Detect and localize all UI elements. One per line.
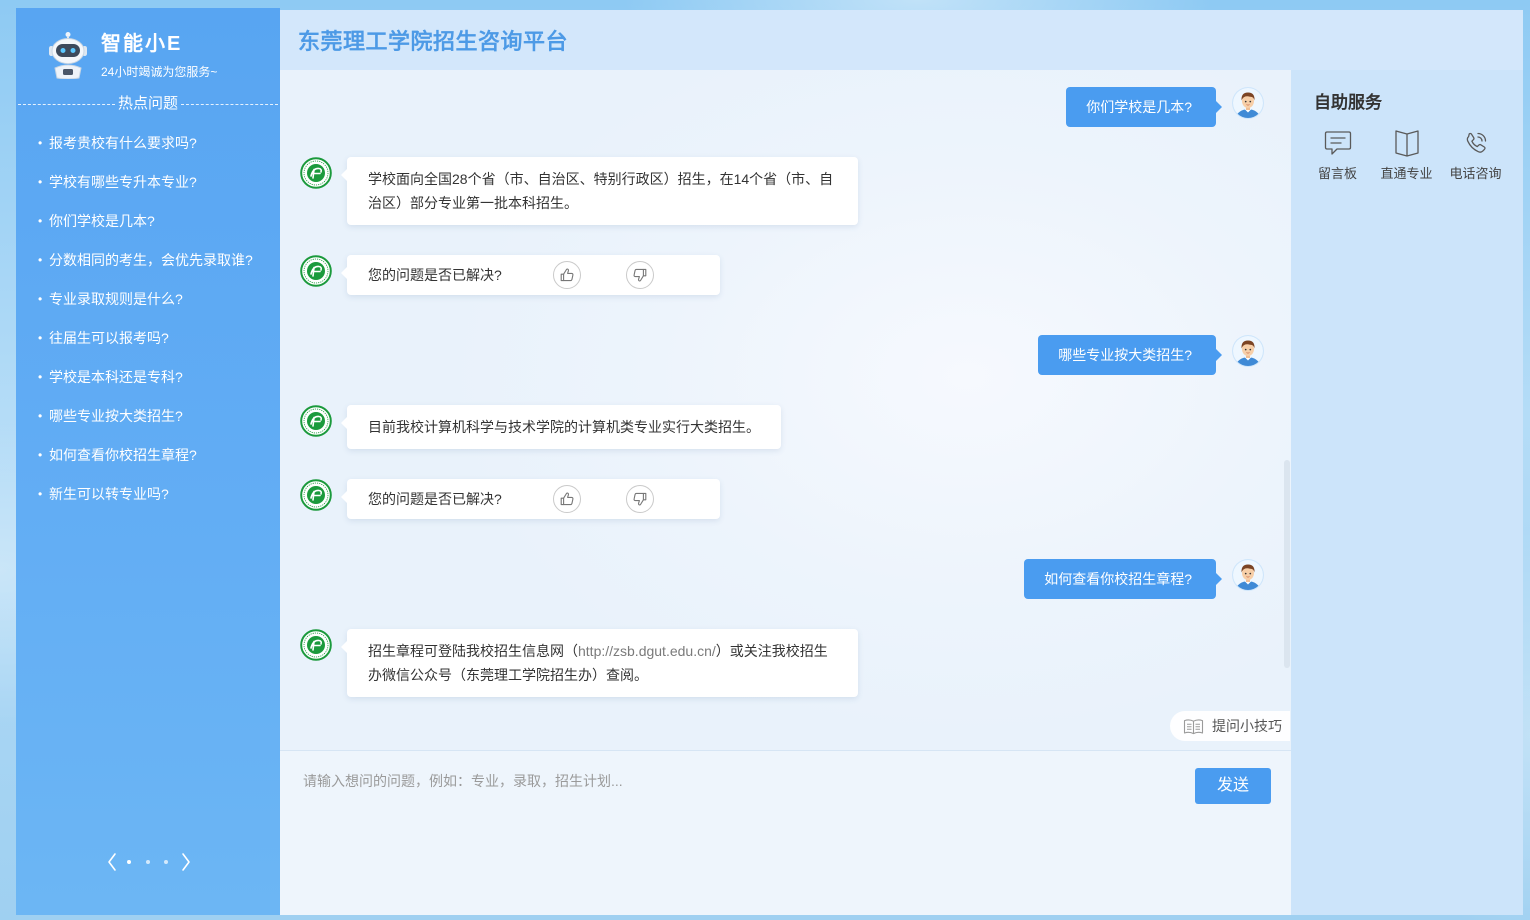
bot-message-bubble: 目前我校计算机科学与技术学院的计算机类专业实行大类招生。 — [341, 405, 781, 449]
chat-area: 你们学校是几本? 学校面向全国28个省（市、自治区、特别行政区）招生，在14个省… — [280, 70, 1291, 750]
top-header: 东莞理工学院招生咨询平台 — [280, 10, 1523, 70]
service-item-label: 电话咨询 — [1449, 166, 1502, 181]
school-logo-avatar — [300, 405, 332, 437]
feedback-prompt: 您的问题是否已解决? — [368, 491, 502, 507]
message-board-icon — [1324, 131, 1351, 155]
book-icon — [1394, 130, 1419, 157]
pager-dot-mark — [164, 860, 169, 864]
divider-line — [181, 103, 279, 105]
user-message-bubble: 哪些专业按大类招生? — [1038, 335, 1222, 375]
user-message: 如何查看你校招生章程? — [280, 559, 1290, 599]
hot-question-item[interactable]: 往届生可以报考吗? — [16, 319, 280, 358]
hot-questions-list: 报考贵校有什么要求吗? 学校有哪些专升本专业? 你们学校是几本? 分数相同的考生… — [16, 124, 280, 514]
pager-dot-mark — [145, 860, 150, 864]
chat-scrollbar[interactable] — [1284, 460, 1290, 668]
user-avatar — [1232, 87, 1264, 119]
hot-question-item[interactable]: 哪些专业按大类招生? — [16, 397, 280, 436]
feedback-prompt: 您的问题是否已解决? — [368, 267, 502, 283]
thumbs-down-button[interactable] — [626, 261, 654, 289]
service-item-message-board[interactable]: 留言板 — [1303, 128, 1372, 182]
prev-page-button[interactable] — [104, 850, 120, 874]
user-avatar — [1232, 559, 1264, 591]
bot-feedback-message: 您的问题是否已解决? — [280, 479, 1290, 519]
chevron-left-icon — [108, 853, 116, 871]
assistant-tagline: 24小时竭诚为您服务~ — [101, 65, 218, 79]
school-logo-avatar — [300, 629, 332, 661]
admissions-site-link[interactable]: http://zsb.dgut.edu.cn/ — [578, 643, 716, 659]
user-message-bubble: 你们学校是几本? — [1066, 87, 1222, 127]
self-service-panel: 自助服务 留言板 直通专业 电话咨询 — [1291, 70, 1523, 915]
phone-icon — [1466, 132, 1486, 153]
next-page-button[interactable] — [178, 850, 194, 874]
feedback-bubble: 您的问题是否已解决? — [341, 255, 720, 295]
bot-message-text: 招生章程可登陆我校招生信息网（ — [368, 643, 578, 659]
question-tips-button[interactable]: 提问小技巧 — [1170, 711, 1290, 741]
bot-message: 目前我校计算机科学与技术学院的计算机类专业实行大类招生。 — [280, 405, 1290, 449]
hot-question-item[interactable]: 学校有哪些专升本专业? — [16, 163, 280, 202]
bot-message-bubble: 招生章程可登陆我校招生信息网（http://zsb.dgut.edu.cn/）或… — [341, 629, 858, 697]
school-logo-avatar — [300, 157, 332, 189]
thumbs-up-button[interactable] — [553, 485, 581, 513]
self-service-title: 自助服务 — [1314, 93, 1382, 112]
service-item-label: 直通专业 — [1380, 166, 1433, 181]
thumbs-down-button[interactable] — [626, 485, 654, 513]
robot-icon — [49, 32, 87, 79]
hot-question-item[interactable]: 分数相同的考生，会优先录取谁? — [16, 241, 280, 280]
send-button[interactable]: 发送 — [1195, 768, 1271, 804]
bot-message: 学校面向全国28个省（市、自治区、特别行政区）招生，在14个省（市、自治区）部分… — [280, 157, 1290, 225]
pager-dot[interactable] — [157, 850, 176, 874]
app-window: 智能小E 24小时竭诚为您服务~ 热点问题 报考贵校有什么要求吗? 学校有哪些专… — [0, 0, 1530, 920]
hot-question-item[interactable]: 专业录取规则是什么? — [16, 280, 280, 319]
hot-questions-pager — [104, 850, 194, 874]
hot-question-item[interactable]: 如何查看你校招生章程? — [16, 436, 280, 475]
service-item-phone[interactable]: 电话咨询 — [1441, 128, 1510, 182]
bot-feedback-message: 您的问题是否已解决? — [280, 255, 1290, 295]
self-service-items: 留言板 直通专业 电话咨询 — [1303, 128, 1510, 182]
pager-dot[interactable] — [120, 850, 139, 874]
chevron-right-icon — [182, 853, 190, 871]
page-title: 东莞理工学院招生咨询平台 — [298, 29, 569, 54]
feedback-bubble: 您的问题是否已解决? — [341, 479, 720, 519]
pager-dot[interactable] — [139, 850, 158, 874]
thumbs-up-icon — [559, 491, 575, 507]
question-tips-label: 提问小技巧 — [1212, 718, 1282, 734]
service-item-majors[interactable]: 直通专业 — [1372, 128, 1441, 182]
school-logo-avatar — [300, 255, 332, 287]
book-open-icon — [1183, 718, 1204, 734]
bot-message: 招生章程可登陆我校招生信息网（http://zsb.dgut.edu.cn/）或… — [280, 629, 1290, 697]
bot-message-bubble: 学校面向全国28个省（市、自治区、特别行政区）招生，在14个省（市、自治区）部分… — [341, 157, 858, 225]
hot-question-item[interactable]: 学校是本科还是专科? — [16, 358, 280, 397]
user-message-bubble: 如何查看你校招生章程? — [1024, 559, 1222, 599]
hot-question-item[interactable]: 你们学校是几本? — [16, 202, 280, 241]
assistant-name: 智能小E — [101, 33, 183, 55]
service-item-label: 留言板 — [1317, 166, 1357, 181]
user-message: 你们学校是几本? — [280, 87, 1290, 127]
question-input[interactable] — [300, 771, 1450, 891]
sidebar: 智能小E 24小时竭诚为您服务~ 热点问题 报考贵校有什么要求吗? 学校有哪些专… — [16, 8, 280, 915]
input-area: 发送 — [280, 750, 1450, 915]
user-avatar — [1232, 335, 1264, 367]
thumbs-down-icon — [632, 267, 648, 283]
thumbs-up-button[interactable] — [553, 261, 581, 289]
message-list: 你们学校是几本? 学校面向全国28个省（市、自治区、特别行政区）招生，在14个省… — [280, 87, 1290, 697]
hot-questions-heading: 热点问题 — [18, 95, 279, 113]
hot-question-item[interactable]: 报考贵校有什么要求吗? — [16, 124, 280, 163]
divider-line — [18, 103, 115, 105]
pager-dots — [120, 850, 176, 874]
hot-question-item[interactable]: 新生可以转专业吗? — [16, 475, 280, 514]
thumbs-up-icon — [559, 267, 575, 283]
thumbs-down-icon — [632, 491, 648, 507]
user-message: 哪些专业按大类招生? — [280, 335, 1290, 375]
hot-questions-title: 热点问题 — [118, 95, 179, 112]
pager-dot-mark — [127, 860, 132, 864]
school-logo-avatar — [300, 479, 332, 511]
